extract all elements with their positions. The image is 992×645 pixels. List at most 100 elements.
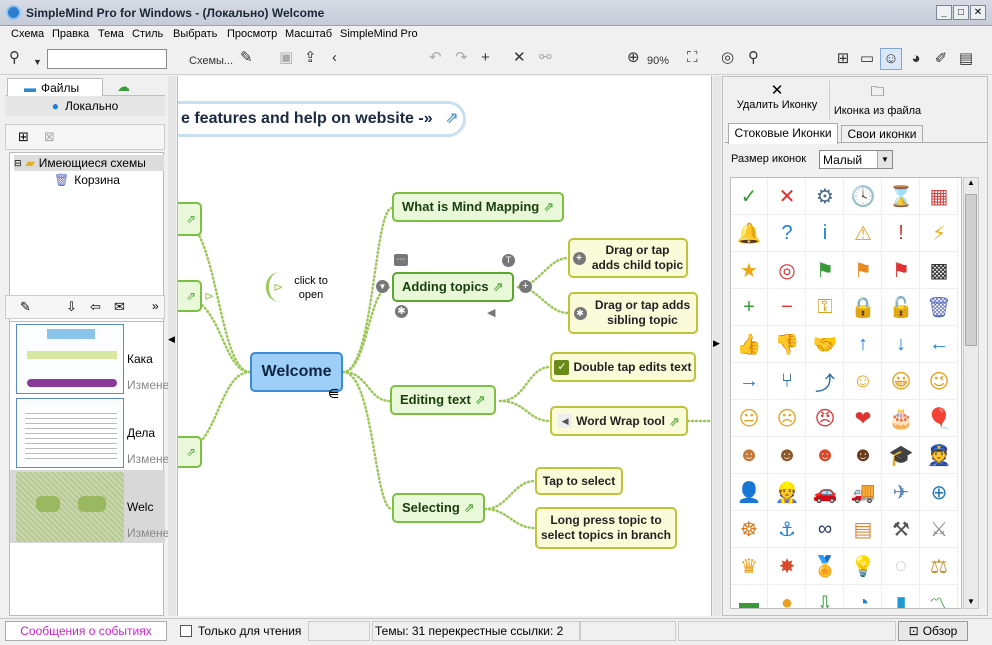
topic-partial[interactable]: ⇗: [178, 202, 202, 236]
scrollbar-thumb[interactable]: [965, 194, 977, 346]
collapse-topic-icon[interactable]: ▼: [376, 280, 389, 293]
icons-panel-icon[interactable]: ☺: [880, 48, 902, 70]
topic-what-is-mind-mapping[interactable]: What is Mind Mapping ⇗: [392, 192, 565, 222]
binoculars-icon[interactable]: ∞: [807, 511, 844, 548]
zoom-level[interactable]: 90%: [647, 53, 669, 69]
clock-icon[interactable]: 🕓: [845, 178, 882, 215]
heart-icon[interactable]: ❤: [845, 400, 882, 437]
collapse-icon[interactable]: ⊟: [14, 158, 22, 169]
green-flag-icon[interactable]: ⚑: [807, 252, 844, 289]
right-splitter[interactable]: ▶: [713, 76, 721, 616]
layout-icon[interactable]: ⊞: [832, 48, 854, 70]
info-icon[interactable]: i: [807, 215, 844, 252]
topic-adding-topics[interactable]: Adding topics ⇗: [392, 272, 514, 302]
wink-icon[interactable]: 😉: [921, 363, 958, 400]
style-brush-icon[interactable]: ✐: [930, 48, 952, 70]
explosion-icon[interactable]: ✸: [769, 548, 806, 585]
menu-edit[interactable]: Правка: [52, 28, 89, 40]
bar-chart-icon[interactable]: ▮: [883, 585, 920, 608]
presentation-icon[interactable]: ▤: [955, 48, 977, 70]
money-icon[interactable]: ▬: [731, 585, 768, 608]
collapse-left-icon[interactable]: ◀: [168, 334, 175, 345]
arrow-right-icon[interactable]: →: [731, 363, 768, 400]
click-marker-icon[interactable]: ⊳: [266, 272, 292, 302]
search-icon[interactable]: ⚲: [9, 50, 20, 66]
overview-button[interactable]: ⊡ Обзор: [898, 621, 968, 641]
delete-icon-button[interactable]: ✕ Удалить Иконку: [731, 81, 823, 119]
tab-files[interactable]: ▬ Файлы: [7, 78, 103, 96]
download-icon[interactable]: ⇩: [807, 585, 844, 608]
share-icon[interactable]: ⇪: [304, 50, 317, 66]
lightning-icon[interactable]: ⚡: [921, 215, 958, 252]
minimize-button[interactable]: _: [936, 5, 952, 20]
topic-partial[interactable]: ⇗: [178, 436, 202, 468]
neutral-icon[interactable]: 😐: [731, 400, 768, 437]
warning-icon[interactable]: ⚠: [845, 215, 882, 252]
add-topic-icon[interactable]: +: [481, 50, 490, 66]
edit-map-icon[interactable]: ✎: [20, 299, 31, 315]
person-3-icon[interactable]: ☻: [807, 437, 844, 474]
chevron-down-icon[interactable]: ▼: [33, 54, 42, 70]
scroll-down-icon[interactable]: ▼: [964, 597, 978, 606]
fit-screen-icon[interactable]: ⛶: [687, 50, 698, 66]
arrow-down-icon[interactable]: ↓: [883, 326, 920, 363]
anchor-icon[interactable]: ⚓: [769, 511, 806, 548]
balloon-icon[interactable]: 🎈: [921, 400, 958, 437]
more-options-icon[interactable]: ⋯: [394, 254, 408, 266]
notes-icon[interactable]: ▭: [856, 48, 878, 70]
handshake-icon[interactable]: 🤝: [807, 326, 844, 363]
person-2-icon[interactable]: ☻: [769, 437, 806, 474]
truck-icon[interactable]: 🚚: [845, 474, 882, 511]
smile-icon[interactable]: ☺: [845, 363, 882, 400]
menu-simplemind[interactable]: SimpleMind Pro: [340, 28, 418, 40]
sword-icon[interactable]: ⚔: [921, 511, 958, 548]
add-parent-icon[interactable]: T: [502, 254, 515, 267]
leaf-sibling-topic[interactable]: ✱ Drag or tap adds sibling topic: [568, 292, 698, 334]
chevron-down-icon[interactable]: ▼: [877, 151, 892, 168]
zoom-icon[interactable]: ⊕: [627, 50, 640, 66]
add-child-icon[interactable]: +: [519, 280, 532, 293]
leaf-word-wrap[interactable]: ◀ Word Wrap tool ⇗: [550, 406, 688, 436]
topic-partial[interactable]: ⇗: [178, 280, 202, 312]
lock-icon[interactable]: 🔒: [845, 289, 882, 326]
left-splitter[interactable]: ◀: [168, 76, 176, 616]
medal-icon[interactable]: 🏅: [807, 548, 844, 585]
question-icon[interactable]: ?: [769, 215, 806, 252]
scales-icon[interactable]: ⚖: [921, 548, 958, 585]
tree-item[interactable]: ⊟ ▰ Имеющиеся схемы: [14, 155, 164, 171]
close-button[interactable]: ✕: [970, 5, 986, 20]
plus-icon[interactable]: +: [731, 289, 768, 326]
palette-icon[interactable]: ◕: [905, 48, 927, 70]
person-1-icon[interactable]: ☻: [731, 437, 768, 474]
worker-icon[interactable]: 👷: [769, 474, 806, 511]
more-icon[interactable]: »: [152, 299, 159, 313]
drag-handle-icon[interactable]: ◀: [487, 306, 495, 319]
businessman-icon[interactable]: 👤: [731, 474, 768, 511]
icon-from-file-button[interactable]: 🗀 Иконка из файла: [829, 81, 925, 119]
arrow-up-icon[interactable]: ↑: [845, 326, 882, 363]
topic-editing-text[interactable]: Editing text ⇗: [390, 385, 496, 415]
arrow-left-icon[interactable]: ←: [921, 326, 958, 363]
graduate-icon[interactable]: 🎓: [883, 437, 920, 474]
maximize-button[interactable]: □: [953, 5, 969, 20]
police-icon[interactable]: 👮: [921, 437, 958, 474]
external-link-icon[interactable]: ⇗: [493, 279, 504, 294]
car-icon[interactable]: 🚗: [807, 474, 844, 511]
star-icon[interactable]: ★: [731, 252, 768, 289]
compass-icon[interactable]: ⊕: [921, 474, 958, 511]
mail-icon[interactable]: ✉: [114, 299, 125, 315]
pie-chart-icon[interactable]: ◔: [845, 585, 882, 608]
hammer-icon[interactable]: ⚒: [883, 511, 920, 548]
readonly-checkbox[interactable]: [180, 625, 192, 637]
mindmap-canvas[interactable]: e features and help on website -» ⇗ ⇗ ⇗ …: [177, 76, 712, 616]
thumbs-up-icon[interactable]: 👍: [731, 326, 768, 363]
find-icon[interactable]: ⚲: [748, 50, 759, 66]
menu-zoom[interactable]: Масштаб: [285, 28, 332, 40]
external-link-icon[interactable]: ⇗: [464, 500, 475, 515]
gear-icon[interactable]: ⚙: [807, 178, 844, 215]
external-link-icon[interactable]: ⇗: [445, 110, 458, 127]
fork-icon[interactable]: ⑂: [769, 363, 806, 400]
events-button[interactable]: Сообщения о событиях: [5, 621, 167, 641]
external-link-icon[interactable]: ⇗: [475, 392, 486, 407]
website-banner[interactable]: e features and help on website -» ⇗: [178, 101, 466, 137]
